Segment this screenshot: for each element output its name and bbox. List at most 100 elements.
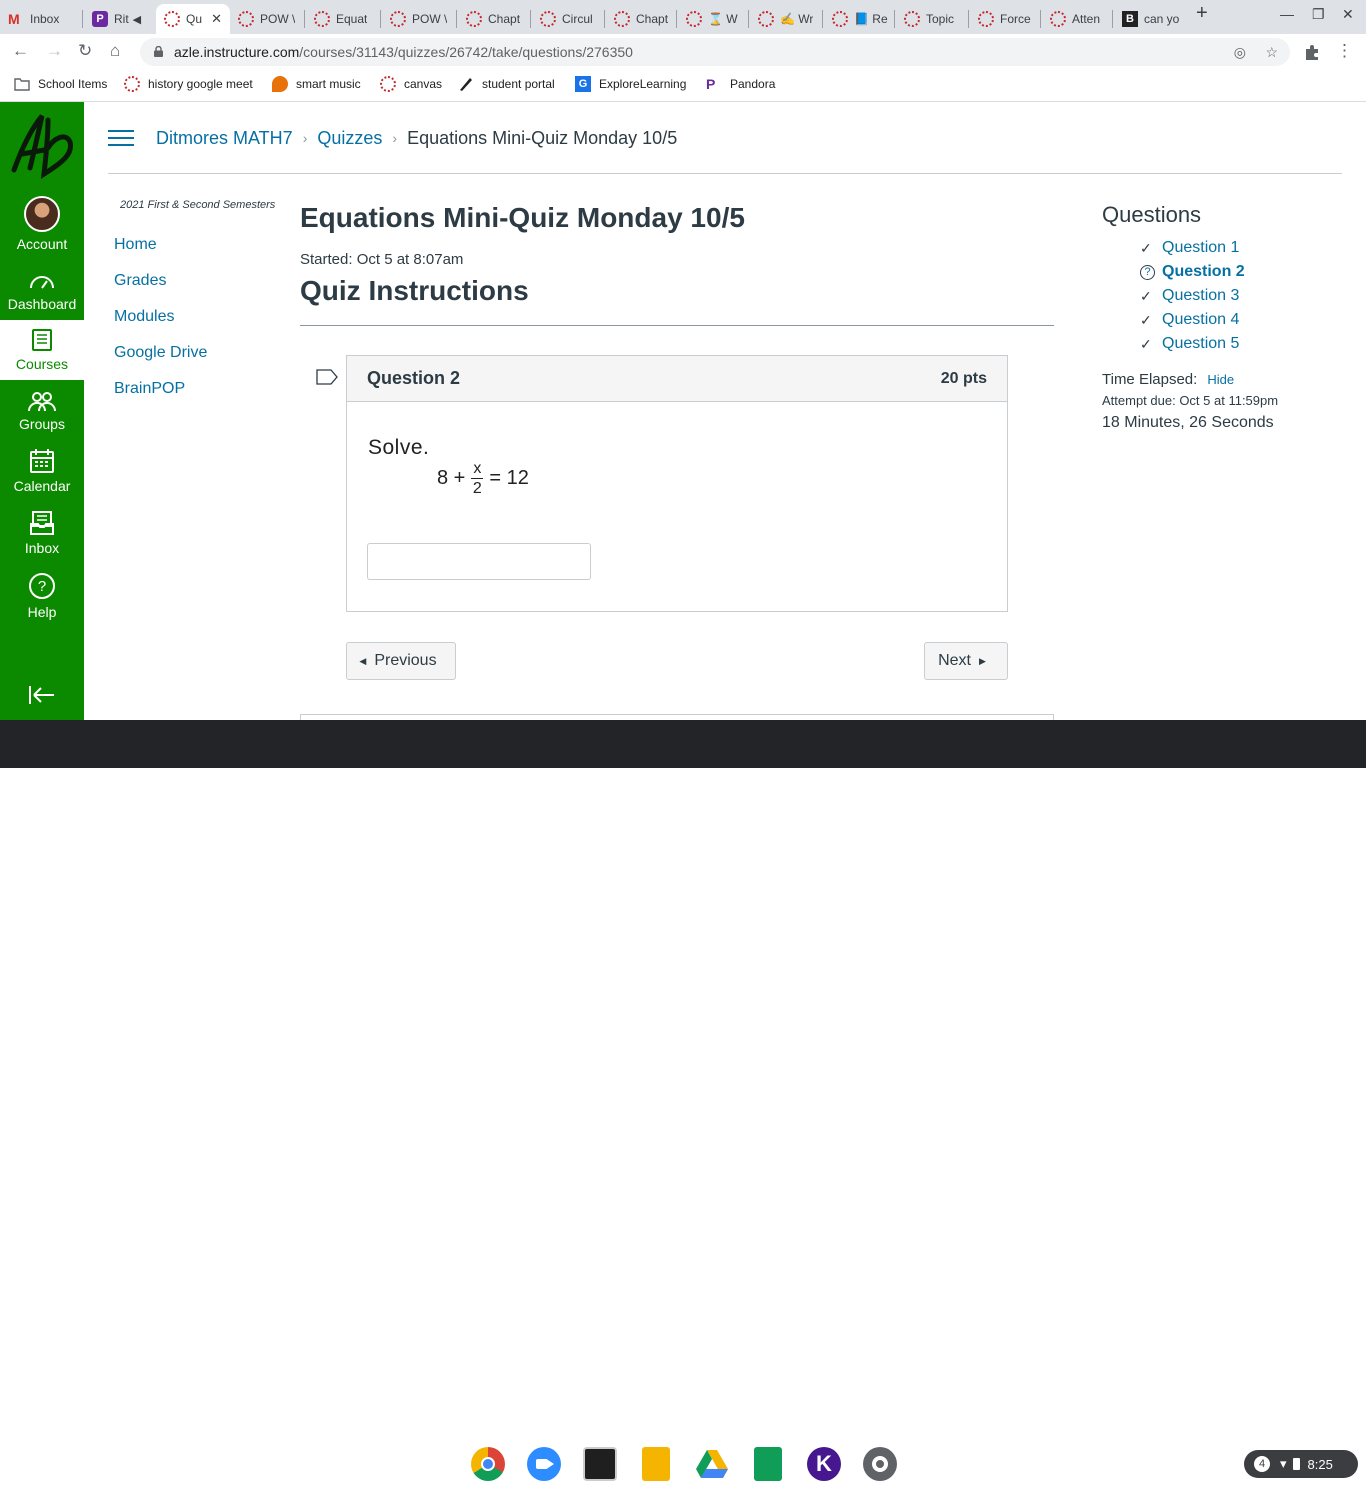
extensions-icon[interactable] xyxy=(1303,43,1321,61)
nav-groups[interactable]: Groups xyxy=(0,390,84,440)
chevron-right-icon: › xyxy=(302,130,308,146)
question-link-2[interactable]: ? Question 2 xyxy=(1140,260,1245,284)
elapsed-value: 18 Minutes, 26 Seconds xyxy=(1102,414,1274,431)
quiz-title: Equations Mini-Quiz Monday 10/5 xyxy=(300,202,745,233)
answer-input[interactable] xyxy=(367,543,591,580)
portal-icon xyxy=(460,78,472,91)
tab-item[interactable]: POW \ xyxy=(382,4,456,34)
bookmark-pandora[interactable]: P Pandora xyxy=(706,76,775,92)
speaker-icon: ◀ xyxy=(132,13,142,26)
global-nav: Account Dashboard Courses Groups Calenda… xyxy=(0,102,84,720)
calculator-app-icon[interactable] xyxy=(583,1447,617,1481)
question-prompt: Solve. xyxy=(368,436,430,459)
tab-item[interactable]: Force xyxy=(970,4,1040,34)
question-link-1[interactable]: ✓ Question 1 xyxy=(1140,236,1245,260)
system-tray[interactable]: 4 ▾ 8:25 xyxy=(1244,1450,1358,1478)
smartmusic-icon xyxy=(272,76,288,92)
address-bar[interactable]: azle.instructure.com/courses/31143/quizz… xyxy=(140,38,1290,66)
inbox-icon xyxy=(30,511,54,535)
canvas-icon xyxy=(758,11,774,27)
tab-item[interactable]: POW \ xyxy=(230,4,304,34)
equation: 8 + x 2 = 12 xyxy=(437,460,529,497)
tab-quiz[interactable]: Qu ✕ xyxy=(156,4,230,34)
quiz-instructions-heading: Quiz Instructions xyxy=(300,275,529,306)
breadcrumb-course[interactable]: Ditmores MATH7 xyxy=(156,128,293,149)
menu-dots-icon[interactable]: ⋮ xyxy=(1336,41,1353,61)
bookmark-history-google-meet[interactable]: history google meet xyxy=(124,76,253,92)
canvas-icon xyxy=(466,11,482,27)
battery-icon xyxy=(1292,1458,1300,1470)
kahoot-app-icon[interactable]: K xyxy=(807,1447,841,1481)
sheets-app-icon[interactable] xyxy=(754,1447,782,1481)
tab-inbox[interactable]: M Inbox xyxy=(0,4,82,34)
bookmark-smart-music[interactable]: smart music xyxy=(272,76,361,92)
question-link-4[interactable]: ✓ Question 4 xyxy=(1140,308,1245,332)
collapse-nav-icon[interactable] xyxy=(28,684,56,706)
tab-item[interactable]: Chapt xyxy=(606,4,676,34)
nav-calendar[interactable]: Calendar xyxy=(0,448,84,502)
tab-item[interactable]: ✍ Wr xyxy=(750,4,822,34)
canvas-icon xyxy=(124,76,140,92)
restore-icon[interactable]: ❐ xyxy=(1312,6,1325,23)
tab-item[interactable]: Equat xyxy=(306,4,380,34)
nav-help[interactable]: ? Help xyxy=(0,572,84,626)
nav-inbox[interactable]: Inbox xyxy=(0,510,84,564)
courses-book-icon xyxy=(32,329,52,351)
school-logo-icon[interactable] xyxy=(4,108,80,184)
settings-app-icon[interactable] xyxy=(863,1447,897,1481)
nav-dashboard[interactable]: Dashboard xyxy=(0,270,84,320)
home-icon[interactable]: ⌂ xyxy=(110,41,120,61)
canvas-icon xyxy=(978,11,994,27)
course-nav-grades[interactable]: Grades xyxy=(114,272,166,290)
canvas-icon xyxy=(1050,11,1066,27)
tab-item[interactable]: Bcan yo xyxy=(1114,4,1186,34)
new-tab-icon[interactable]: + xyxy=(1196,2,1208,25)
close-window-icon[interactable]: ✕ xyxy=(1342,6,1354,23)
checkmark-icon: ✓ xyxy=(1140,287,1152,304)
breadcrumb-quizzes[interactable]: Quizzes xyxy=(317,128,382,149)
canvas-icon xyxy=(380,76,396,92)
close-tab-icon[interactable]: ✕ xyxy=(211,11,222,27)
reload-icon[interactable]: ↻ xyxy=(78,41,92,61)
zoom-app-icon[interactable] xyxy=(527,1447,561,1481)
chrome-app-icon[interactable] xyxy=(471,1447,505,1481)
launcher-icon[interactable] xyxy=(14,1454,34,1474)
nav-courses[interactable]: Courses xyxy=(0,320,84,380)
browser-chrome: M Inbox P Rit ◀ Qu ✕ POW \ Equat POW \ Chapt… xyxy=(0,0,1366,102)
course-nav-google-drive[interactable]: Google Drive xyxy=(114,344,207,362)
location-icon[interactable]: ◎ xyxy=(1234,38,1246,66)
question-link-5[interactable]: ✓ Question 5 xyxy=(1140,332,1245,356)
question-card: Question 2 20 pts Solve. 8 + x 2 = 12 xyxy=(346,355,1008,612)
tab-item[interactable]: Circul xyxy=(532,4,604,34)
slides-app-icon[interactable] xyxy=(642,1447,670,1481)
bookmark-canvas[interactable]: canvas xyxy=(380,76,442,92)
question-points: 20 pts xyxy=(940,370,987,387)
next-button[interactable]: Next ▶ xyxy=(924,642,1008,680)
hide-timer-link[interactable]: Hide xyxy=(1207,372,1234,387)
back-icon[interactable]: ← xyxy=(12,41,29,61)
tab-item[interactable]: Atten xyxy=(1042,4,1112,34)
question-link-3[interactable]: ✓ Question 3 xyxy=(1140,284,1245,308)
wifi-icon: ▾ xyxy=(1280,1456,1287,1471)
tab-item[interactable]: Chapt xyxy=(458,4,530,34)
bookmark-school-items[interactable]: School Items xyxy=(14,76,107,92)
star-icon[interactable]: ☆ xyxy=(1265,38,1278,66)
nav-account[interactable]: Account xyxy=(0,196,84,252)
question-header: Question 2 20 pts xyxy=(347,356,1007,402)
course-nav-home[interactable]: Home xyxy=(114,236,157,254)
bookmark-explorelearning[interactable]: G ExploreLearning xyxy=(575,76,686,92)
minimize-icon[interactable]: — xyxy=(1280,6,1294,22)
hamburger-menu-icon[interactable] xyxy=(108,128,134,148)
tab-item[interactable]: ⌛ W xyxy=(678,4,748,34)
tab-item[interactable]: Topic xyxy=(896,4,968,34)
forward-icon[interactable]: → xyxy=(46,41,63,61)
tab-rit[interactable]: P Rit ◀ xyxy=(84,4,156,34)
bookmark-student-portal[interactable]: student portal xyxy=(458,76,555,92)
previous-button[interactable]: ◀ Previous xyxy=(346,642,456,680)
drive-app-icon[interactable] xyxy=(695,1447,729,1481)
course-nav-brainpop[interactable]: BrainPOP xyxy=(114,380,185,398)
flag-question-icon[interactable] xyxy=(316,369,338,385)
course-nav-modules[interactable]: Modules xyxy=(114,308,174,326)
question-name: Question 2 xyxy=(367,368,461,388)
tab-item[interactable]: 📘 Re xyxy=(824,4,894,34)
